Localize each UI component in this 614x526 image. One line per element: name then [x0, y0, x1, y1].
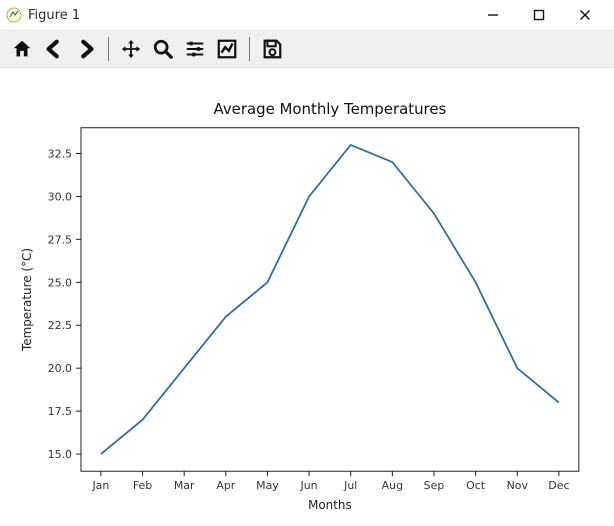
zoom-icon[interactable] — [149, 35, 177, 63]
x-tick-label: Jul — [343, 479, 357, 492]
save-icon[interactable] — [258, 35, 286, 63]
y-tick-label: 32.5 — [48, 147, 72, 160]
x-axis-label: Months — [308, 498, 352, 512]
x-tick-label: Jan — [91, 479, 109, 492]
chart-title: Average Monthly Temperatures — [213, 100, 446, 118]
y-tick-label: 25.0 — [48, 276, 72, 289]
pan-icon[interactable] — [117, 35, 145, 63]
plot-area[interactable]: Average Monthly Temperatures 15.0 17.5 20.0… — [0, 68, 614, 526]
window-title: Figure 1 — [28, 8, 80, 23]
axes-icon[interactable] — [213, 35, 241, 63]
x-tick-label: Mar — [174, 479, 195, 492]
y-tick-label: 22.5 — [48, 319, 72, 332]
minimize-button[interactable] — [470, 0, 516, 30]
x-tick-label: May — [256, 479, 279, 492]
maximize-button[interactable] — [516, 0, 562, 30]
y-tick-label: 27.5 — [48, 233, 72, 246]
x-tick-label: Sep — [424, 479, 445, 492]
forward-icon[interactable] — [72, 35, 100, 63]
y-tick-label: 30.0 — [48, 190, 72, 203]
x-tick-label: Aug — [382, 479, 403, 492]
x-tick-label: Oct — [466, 479, 486, 492]
x-tick-label: Dec — [548, 479, 569, 492]
x-tick-label: Jun — [300, 479, 318, 492]
x-tick-label: Nov — [507, 479, 529, 492]
y-axis-label: Temperature (°C) — [20, 248, 34, 352]
toolbar-separator — [249, 37, 250, 61]
app-icon — [6, 7, 22, 23]
y-tick-label: 20.0 — [48, 362, 72, 375]
y-tick-label: 17.5 — [48, 405, 72, 418]
x-tick-label: Apr — [216, 479, 235, 492]
axes-frame — [81, 128, 579, 472]
plot-svg: Average Monthly Temperatures 15.0 17.5 20.0… — [0, 68, 614, 526]
data-line — [101, 145, 559, 454]
back-icon[interactable] — [40, 35, 68, 63]
home-icon[interactable] — [8, 35, 36, 63]
y-tick-label: 15.0 — [48, 448, 72, 461]
toolbar-separator — [108, 37, 109, 61]
titlebar: Figure 1 — [0, 0, 614, 30]
x-tick-label: Feb — [133, 479, 152, 492]
close-button[interactable] — [562, 0, 608, 30]
figure-window: Figure 1 — [0, 0, 614, 526]
subplots-icon[interactable] — [181, 35, 209, 63]
matplotlib-toolbar — [0, 30, 614, 68]
